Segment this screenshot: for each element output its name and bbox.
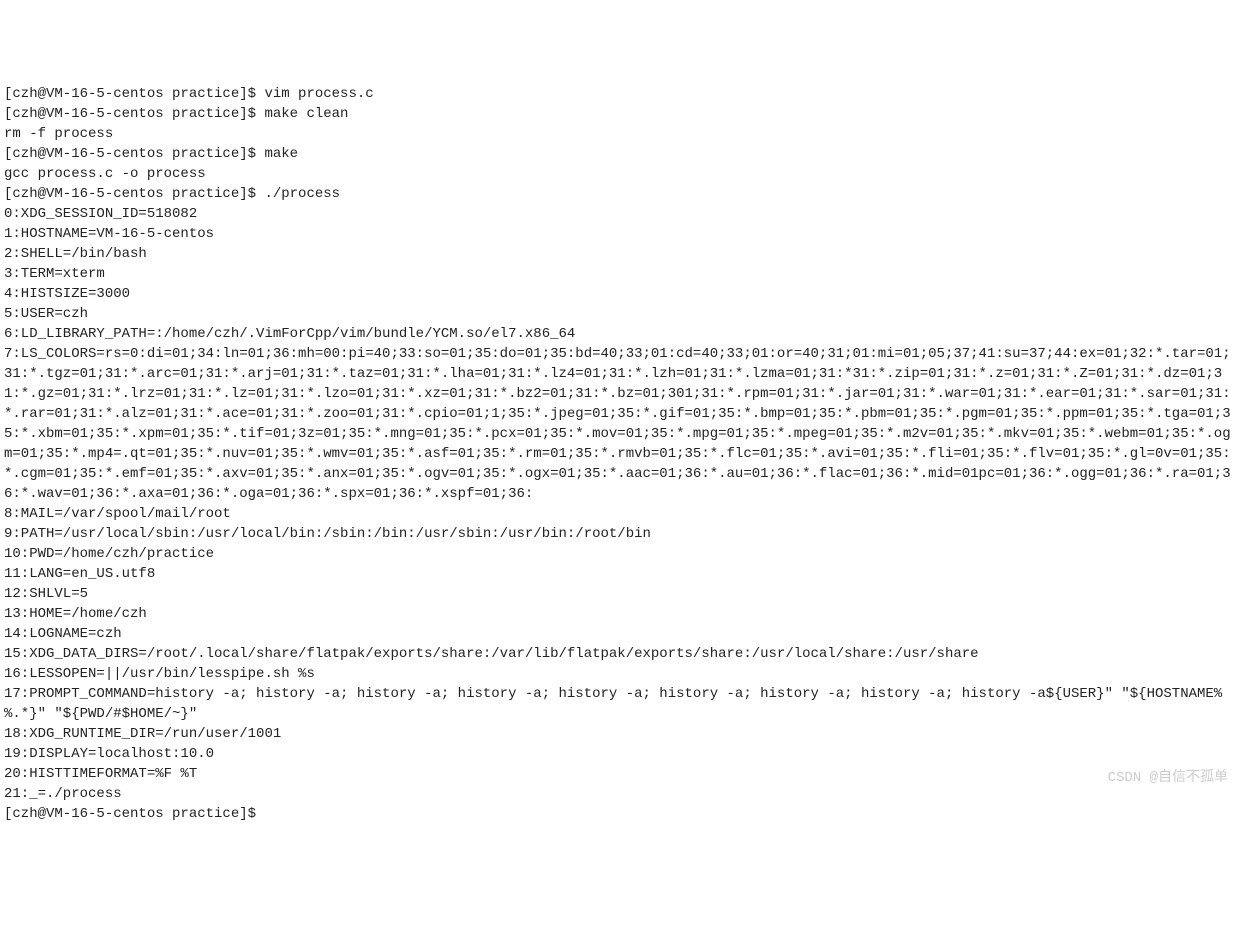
terminal-output: [czh@VM-16-5-centos practice]$ vim proce… (4, 84, 1236, 824)
watermark-text: CSDN @自信不孤单 (1108, 768, 1228, 788)
